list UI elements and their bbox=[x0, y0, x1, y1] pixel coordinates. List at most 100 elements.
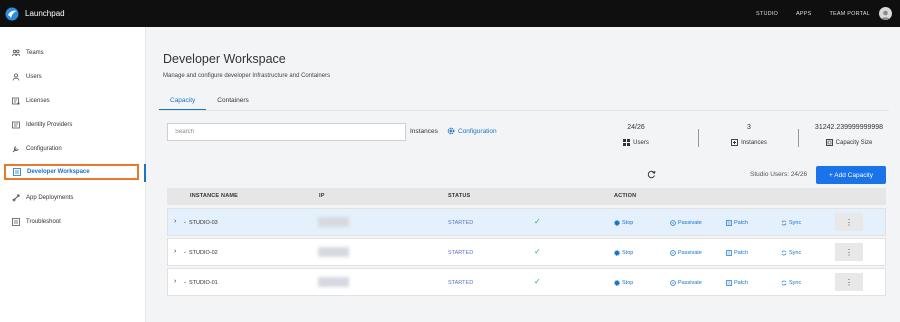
sync-button[interactable]: Sync bbox=[781, 280, 801, 286]
sidebar-item-identity-providers[interactable]: Identity Providers bbox=[5, 117, 72, 133]
status-text: STARTED bbox=[448, 220, 474, 226]
instances-icon bbox=[731, 139, 739, 146]
sync-button[interactable]: Sync bbox=[781, 250, 801, 256]
stat-instances-label-wrap: Instances bbox=[719, 139, 779, 146]
avatar[interactable] bbox=[879, 7, 892, 20]
stat-capacity-label-wrap: Capacity Size bbox=[811, 139, 887, 146]
nav-apps[interactable]: APPS bbox=[796, 11, 811, 17]
add-capacity-button[interactable]: + Add Capacity bbox=[816, 166, 886, 184]
tabs-divider bbox=[159, 110, 889, 111]
sync-label: Sync bbox=[789, 250, 802, 256]
refresh-icon[interactable] bbox=[647, 170, 656, 179]
sidebar-item-licenses[interactable]: Licenses bbox=[5, 93, 50, 109]
users-icon bbox=[11, 73, 20, 82]
expand-chevron-icon[interactable]: › bbox=[174, 248, 176, 255]
stop-button[interactable]: Stop bbox=[614, 220, 633, 226]
table-row[interactable]: › - STUDIO-01 STARTED ✓ Stop Passivate P… bbox=[167, 268, 886, 296]
stat-users-value: 24/26 bbox=[627, 124, 645, 131]
check-icon: ✓ bbox=[534, 247, 541, 256]
tab-containers[interactable]: Containers bbox=[206, 95, 259, 110]
passivate-button[interactable]: Passivate bbox=[670, 280, 702, 286]
wrench-icon bbox=[11, 145, 20, 154]
check-icon: ✓ bbox=[534, 277, 541, 286]
passivate-label: Passivate bbox=[678, 250, 702, 256]
ip-redacted bbox=[318, 217, 349, 227]
configuration-link-label: Configuration bbox=[458, 127, 497, 135]
nav-studio[interactable]: STUDIO bbox=[756, 11, 778, 17]
sidebar-item-troubleshoot[interactable]: Troubleshoot bbox=[5, 214, 61, 230]
sync-label: Sync bbox=[789, 220, 802, 226]
patch-label: Patch bbox=[734, 280, 749, 286]
sidebar-item-label: Teams bbox=[26, 50, 44, 56]
teams-icon bbox=[11, 49, 20, 58]
capacity-icon bbox=[825, 139, 833, 146]
patch-button[interactable]: Patch bbox=[726, 280, 748, 286]
sidebar-item-developer-workspace[interactable]: Developer Workspace bbox=[4, 164, 139, 180]
active-indicator bbox=[144, 164, 146, 182]
stop-button[interactable]: Stop bbox=[614, 280, 633, 286]
sync-label: Sync bbox=[789, 280, 802, 286]
status-text: STARTED bbox=[448, 280, 474, 286]
patch-icon bbox=[726, 220, 732, 226]
instance-name: STUDIO-01 bbox=[189, 280, 218, 286]
sync-icon bbox=[781, 280, 787, 286]
launchpad-logo[interactable] bbox=[5, 7, 19, 21]
more-options-button[interactable]: ⋮ bbox=[835, 273, 863, 291]
sidebar-item-teams[interactable]: Teams bbox=[5, 45, 44, 61]
page-title: Developer Workspace bbox=[163, 52, 286, 66]
check-icon: ✓ bbox=[534, 217, 541, 226]
passivate-button[interactable]: Passivate bbox=[670, 220, 702, 226]
gear-icon bbox=[447, 127, 455, 135]
row-dash: - bbox=[184, 250, 186, 256]
workspace-icon bbox=[12, 168, 21, 177]
nav-team-portal[interactable]: TEAM PORTAL bbox=[829, 11, 870, 17]
sidebar: Teams Users Licenses Identity Providers … bbox=[0, 27, 146, 322]
instances-label: Instances bbox=[410, 128, 438, 135]
row-dash: - bbox=[184, 280, 186, 286]
stop-icon bbox=[614, 220, 620, 226]
stop-label: Stop bbox=[622, 220, 634, 226]
passivate-button[interactable]: Passivate bbox=[670, 250, 702, 256]
stat-users-label-wrap: Users bbox=[608, 139, 664, 146]
table-row[interactable]: › - STUDIO-03 STARTED ✓ Stop Passivate P… bbox=[167, 208, 886, 236]
expand-chevron-icon[interactable]: › bbox=[174, 218, 176, 225]
tabs: Capacity Containers bbox=[159, 95, 260, 110]
col-ip: IP bbox=[319, 193, 325, 199]
more-options-button[interactable]: ⋮ bbox=[835, 213, 863, 231]
patch-button[interactable]: Patch bbox=[726, 250, 748, 256]
sync-button[interactable]: Sync bbox=[781, 220, 801, 226]
configuration-link[interactable]: Configuration bbox=[447, 127, 497, 135]
patch-icon bbox=[726, 250, 732, 256]
patch-button[interactable]: Patch bbox=[726, 220, 748, 226]
stat-capacity-value: 31242.239999999998 bbox=[814, 124, 884, 131]
sidebar-item-users[interactable]: Users bbox=[5, 69, 42, 85]
sync-icon bbox=[781, 220, 787, 226]
table-row[interactable]: › - STUDIO-02 STARTED ✓ Stop Passivate P… bbox=[167, 238, 886, 266]
stop-icon bbox=[614, 280, 620, 286]
sidebar-item-label: Identity Providers bbox=[26, 122, 73, 128]
stat-instances: 3 Instances bbox=[719, 124, 779, 146]
sidebar-item-label: Licenses bbox=[26, 98, 50, 104]
status-text: STARTED bbox=[448, 250, 474, 256]
col-instance-name: INSTANCE NAME bbox=[190, 193, 239, 199]
expand-chevron-icon[interactable]: › bbox=[174, 278, 176, 285]
search-input[interactable] bbox=[167, 123, 406, 141]
main-content: Developer Workspace Manage and configure… bbox=[147, 27, 900, 322]
more-options-button[interactable]: ⋮ bbox=[835, 243, 863, 261]
sidebar-item-label: Troubleshoot bbox=[26, 219, 61, 225]
sidebar-item-app-deployments[interactable]: App Deployments bbox=[5, 190, 73, 206]
instance-name: STUDIO-03 bbox=[189, 220, 218, 226]
launchpad-logo-icon bbox=[5, 7, 19, 20]
ip-redacted bbox=[318, 247, 349, 257]
row-dash: - bbox=[184, 220, 186, 226]
sidebar-item-label: Users bbox=[26, 74, 42, 80]
stat-capacity: 31242.239999999998 Capacity Size bbox=[811, 124, 887, 146]
stat-instances-value: 3 bbox=[747, 124, 751, 131]
stat-capacity-label: Capacity Size bbox=[835, 139, 873, 146]
instance-name: STUDIO-02 bbox=[189, 250, 218, 256]
sidebar-item-configuration[interactable]: Configuration bbox=[5, 141, 62, 157]
troubleshoot-icon bbox=[11, 218, 20, 227]
stop-button[interactable]: Stop bbox=[614, 250, 633, 256]
tab-capacity[interactable]: Capacity bbox=[159, 95, 207, 110]
page-subtitle: Manage and configure developer Infrastru… bbox=[163, 73, 331, 79]
